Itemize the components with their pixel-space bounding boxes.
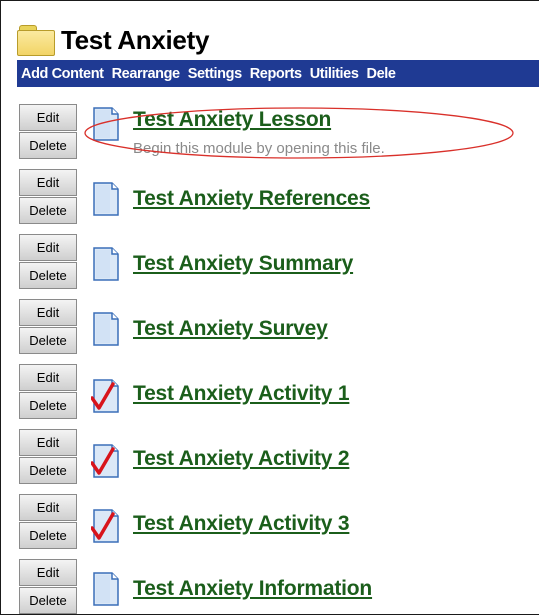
edit-button[interactable]: Edit bbox=[19, 364, 77, 391]
item-actions: Edit Delete bbox=[19, 364, 77, 419]
edit-button[interactable]: Edit bbox=[19, 559, 77, 586]
content-item: Edit Delete Test Anxiety Activity 1 bbox=[19, 364, 539, 429]
item-actions: Edit Delete bbox=[19, 234, 77, 289]
delete-button[interactable]: Delete bbox=[19, 392, 77, 419]
edit-button[interactable]: Edit bbox=[19, 299, 77, 326]
menu-utilities[interactable]: Utilities bbox=[310, 66, 359, 82]
content-frame: Test Anxiety Add Content Rearrange Setti… bbox=[0, 0, 539, 615]
content-item: Edit Delete Test Anxiety Lesson Begin th… bbox=[19, 104, 539, 169]
folder-icon bbox=[17, 25, 55, 56]
delete-button[interactable]: Delete bbox=[19, 327, 77, 354]
content-item: Edit Delete Test Anxiety Summary bbox=[19, 234, 539, 299]
content-item: Edit Delete Test Anxiety References bbox=[19, 169, 539, 234]
item-actions: Edit Delete bbox=[19, 429, 77, 484]
menu-reports[interactable]: Reports bbox=[250, 66, 302, 82]
assignment-check-icon bbox=[91, 443, 121, 479]
content-item: Edit Delete Test Anxiety Activity 3 bbox=[19, 494, 539, 559]
document-icon bbox=[91, 246, 121, 282]
content-item-list: Edit Delete Test Anxiety Lesson Begin th… bbox=[19, 104, 539, 614]
document-icon bbox=[91, 571, 121, 607]
item-actions: Edit Delete bbox=[19, 494, 77, 549]
content-item: Edit Delete Test Anxiety Information bbox=[19, 559, 539, 614]
edit-button[interactable]: Edit bbox=[19, 234, 77, 261]
item-title-link[interactable]: Test Anxiety Lesson bbox=[133, 108, 331, 132]
assignment-check-icon bbox=[91, 378, 121, 414]
item-actions: Edit Delete bbox=[19, 104, 77, 159]
content-item: Edit Delete Test Anxiety Survey bbox=[19, 299, 539, 364]
item-actions: Edit Delete bbox=[19, 559, 77, 614]
item-title-link[interactable]: Test Anxiety Activity 2 bbox=[133, 447, 350, 471]
item-title-link[interactable]: Test Anxiety Summary bbox=[133, 252, 353, 276]
item-title-link[interactable]: Test Anxiety Information bbox=[133, 577, 372, 601]
delete-button[interactable]: Delete bbox=[19, 457, 77, 484]
content-item: Edit Delete Test Anxiety Activity 2 bbox=[19, 429, 539, 494]
delete-button[interactable]: Delete bbox=[19, 197, 77, 224]
edit-button[interactable]: Edit bbox=[19, 104, 77, 131]
document-icon bbox=[91, 311, 121, 347]
item-title-link[interactable]: Test Anxiety Survey bbox=[133, 317, 328, 341]
menu-delete[interactable]: Dele bbox=[367, 66, 396, 82]
item-actions: Edit Delete bbox=[19, 299, 77, 354]
document-icon bbox=[91, 181, 121, 217]
page-title: Test Anxiety bbox=[61, 24, 210, 55]
menu-rearrange[interactable]: Rearrange bbox=[112, 66, 181, 82]
page-header: Test Anxiety bbox=[17, 23, 209, 57]
item-title-link[interactable]: Test Anxiety Activity 1 bbox=[133, 382, 350, 406]
edit-button[interactable]: Edit bbox=[19, 494, 77, 521]
edit-button[interactable]: Edit bbox=[19, 169, 77, 196]
delete-button[interactable]: Delete bbox=[19, 522, 77, 549]
item-title-link[interactable]: Test Anxiety Activity 3 bbox=[133, 512, 350, 536]
item-actions: Edit Delete bbox=[19, 169, 77, 224]
edit-button[interactable]: Edit bbox=[19, 429, 77, 456]
menu-add-content[interactable]: Add Content bbox=[21, 66, 104, 82]
assignment-check-icon bbox=[91, 508, 121, 544]
menu-settings[interactable]: Settings bbox=[188, 66, 242, 82]
item-title-link[interactable]: Test Anxiety References bbox=[133, 187, 370, 211]
action-menu-bar: Add Content Rearrange Settings Reports U… bbox=[17, 60, 539, 87]
delete-button[interactable]: Delete bbox=[19, 132, 77, 159]
item-description: Begin this module by opening this file. bbox=[133, 140, 385, 157]
document-icon bbox=[91, 106, 121, 142]
delete-button[interactable]: Delete bbox=[19, 587, 77, 614]
delete-button[interactable]: Delete bbox=[19, 262, 77, 289]
